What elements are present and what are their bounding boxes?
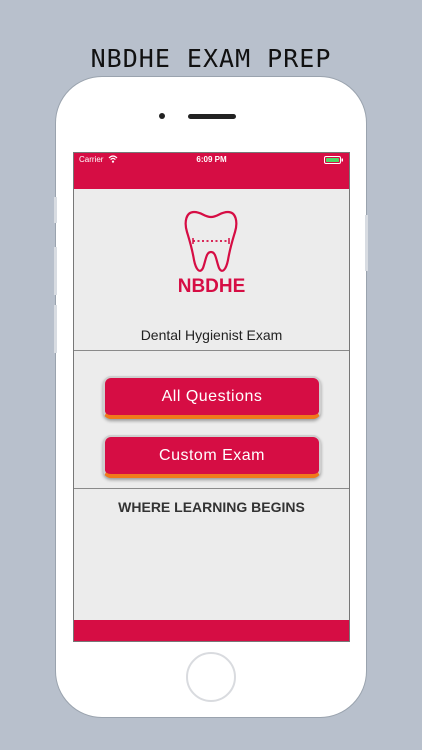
status-time: 6:09 PM xyxy=(196,155,227,164)
earpiece-speaker xyxy=(188,114,236,119)
tagline: WHERE LEARNING BEGINS xyxy=(118,499,305,515)
home-button[interactable] xyxy=(186,652,236,702)
power-button xyxy=(365,215,368,271)
divider xyxy=(74,350,349,351)
battery-icon xyxy=(324,156,343,164)
custom-exam-button[interactable]: Custom Exam xyxy=(103,435,321,478)
volume-down-button xyxy=(54,305,57,353)
bottom-bar xyxy=(74,620,349,641)
app-subtitle: Dental Hygienist Exam xyxy=(140,327,283,343)
all-questions-button[interactable]: All Questions xyxy=(103,376,321,419)
front-camera xyxy=(159,113,165,119)
mute-switch xyxy=(54,197,57,223)
app-screen: Carrier 6:09 PM NBDHE Dental Hygienist E… xyxy=(73,152,350,642)
status-bar: Carrier 6:09 PM xyxy=(74,153,349,167)
tooth-icon xyxy=(184,210,238,272)
promo-title: NBDHE EXAM PREP xyxy=(90,44,332,73)
navigation-bar xyxy=(74,167,349,189)
volume-up-button xyxy=(54,247,57,295)
app-name: NBDHE xyxy=(177,276,246,297)
divider xyxy=(74,488,349,489)
